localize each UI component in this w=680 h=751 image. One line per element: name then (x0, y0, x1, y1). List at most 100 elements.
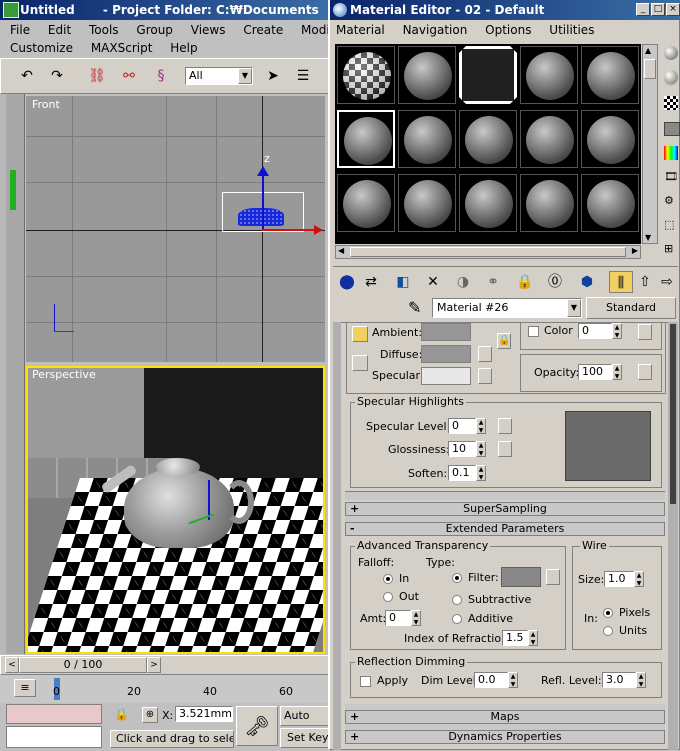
select-object-icon[interactable]: ➤ (261, 65, 285, 87)
sample-slot[interactable] (337, 110, 395, 168)
auto-key-button[interactable]: Auto Key (280, 706, 330, 740)
menu-tools[interactable]: Tools (89, 23, 119, 37)
glossiness-spinner[interactable]: ▲ ▼ (476, 441, 486, 457)
diffuse-swatch[interactable] (421, 345, 471, 363)
show-map-in-viewport-icon[interactable]: ⬢ (575, 271, 599, 293)
menu-material[interactable]: Material (336, 23, 385, 37)
perspective-viewport-label[interactable]: Perspective (32, 368, 96, 381)
material-type-button[interactable]: Standard (586, 297, 676, 319)
sample-slot[interactable] (459, 174, 517, 232)
scroll-up-icon[interactable]: ▲ (645, 46, 651, 55)
specular-swatch[interactable] (421, 367, 471, 385)
dim-level-field[interactable]: 0.0 (474, 672, 508, 688)
diffuse-map-button[interactable] (478, 346, 492, 362)
wire-units-radio[interactable] (603, 626, 613, 636)
maximize-icon[interactable]: □ (651, 3, 665, 16)
maxscript-listener-mini[interactable] (6, 704, 102, 724)
teapot-wireframe[interactable] (238, 208, 284, 226)
track-bar[interactable]: ≡ 0 20 40 60 (0, 675, 330, 704)
front-viewport-label[interactable]: Front (32, 98, 60, 111)
make-unique-icon[interactable]: ⚭ (481, 271, 505, 293)
amount-field[interactable]: 0 (385, 610, 411, 626)
specular-level-map-button[interactable] (498, 418, 512, 434)
chevron-down-icon[interactable]: ▼ (238, 68, 252, 84)
background-checker-icon[interactable] (664, 96, 678, 110)
slot-vertical-scrollbar[interactable]: ▲ ▼ (642, 44, 658, 244)
slot-h-scroll-thumb[interactable] (350, 247, 626, 257)
menu-navigation[interactable]: Navigation (403, 23, 468, 37)
maxscript-input-mini[interactable] (6, 726, 102, 748)
opacity-field[interactable]: 100 (578, 364, 612, 380)
amount-spinner[interactable]: ▲ ▼ (411, 610, 421, 626)
backlight-icon[interactable] (664, 70, 678, 84)
unlink-icon[interactable]: ⚯ (117, 65, 141, 87)
sample-slot[interactable] (337, 46, 395, 104)
go-to-parent-icon[interactable]: ⇧ (633, 271, 657, 293)
make-preview-icon[interactable]: 🎞 (664, 170, 678, 184)
menu-help[interactable]: Help (170, 41, 197, 55)
redo-icon[interactable]: ↷ (45, 65, 69, 87)
menu-options[interactable]: Options (485, 23, 531, 37)
teapot-render[interactable] (124, 468, 234, 548)
type-filter-radio[interactable] (452, 573, 462, 583)
track-bar-menu-icon[interactable]: ≡ (14, 679, 36, 697)
material-effects-channel-icon[interactable]: ⓪ (543, 271, 567, 293)
select-link-icon[interactable]: ⛓ (85, 65, 109, 87)
supersampling-rollout[interactable]: + SuperSampling (345, 502, 665, 516)
self-illum-color-checkbox[interactable] (528, 326, 539, 337)
slot-v-scroll-thumb[interactable] (644, 59, 656, 79)
ior-field[interactable]: 1.5 (502, 630, 528, 646)
extended-parameters-rollout[interactable]: - Extended Parameters (345, 522, 665, 536)
rollout-scroll-thumb[interactable] (670, 324, 676, 504)
opacity-map-button[interactable] (638, 364, 652, 380)
menu-create[interactable]: Create (243, 23, 283, 37)
ior-spinner[interactable]: ▲ ▼ (528, 630, 538, 646)
falloff-in-radio[interactable] (383, 574, 393, 584)
specular-map-button[interactable] (478, 368, 492, 384)
selection-filter-dropdown[interactable]: All ▼ (185, 67, 253, 85)
assign-to-selection-icon[interactable]: ◧ (391, 271, 415, 293)
menu-group[interactable]: Group (136, 23, 173, 37)
sample-slot[interactable] (520, 46, 578, 104)
sample-type-icon[interactable] (664, 46, 678, 60)
undo-icon[interactable]: ↶ (15, 65, 39, 87)
select-by-material-icon[interactable]: ⬚ (664, 218, 678, 232)
scroll-down-icon[interactable]: ▼ (645, 233, 651, 242)
sample-slot[interactable] (520, 110, 578, 168)
wire-size-spinner[interactable]: ▲ ▼ (634, 571, 644, 587)
prev-frame-icon[interactable]: < (5, 657, 19, 673)
pick-material-eyedropper-icon[interactable]: ✎ (408, 298, 421, 317)
glossiness-field[interactable]: 10 (448, 441, 476, 457)
self-illum-value-field[interactable]: 0 (578, 323, 612, 339)
minimize-icon[interactable]: _ (636, 3, 650, 16)
sample-slot[interactable] (459, 46, 517, 104)
sample-slot[interactable] (337, 174, 395, 232)
sample-slot[interactable] (581, 110, 639, 168)
absolute-mode-icon[interactable]: ⊕ (142, 707, 158, 723)
lock-icon[interactable]: 🔒 (497, 333, 511, 349)
reset-map-icon[interactable]: ✕ (421, 271, 445, 293)
x-coord-field[interactable]: 3.521mm (175, 706, 233, 722)
material-navigator-icon[interactable]: ⊞ (664, 242, 678, 256)
menu-views[interactable]: Views (191, 23, 226, 37)
soften-spinner[interactable]: ▲ ▼ (476, 465, 486, 481)
set-key-button[interactable]: Set Key (280, 728, 330, 748)
sample-slot[interactable] (520, 174, 578, 232)
refl-level-field[interactable]: 3.0 (602, 672, 636, 688)
time-slider-thumb[interactable]: 0 / 100 (19, 657, 147, 673)
scroll-right-icon[interactable]: ▶ (632, 246, 638, 255)
self-illum-map-button[interactable] (638, 324, 652, 340)
get-material-icon[interactable]: ⬤ (335, 271, 359, 293)
lock-diffuse-specular-icon[interactable] (352, 355, 368, 371)
sample-slot[interactable] (398, 46, 456, 104)
bind-spacewarp-icon[interactable]: § (149, 65, 173, 87)
next-frame-icon[interactable]: > (147, 657, 161, 673)
self-illum-spinner[interactable]: ▲ ▼ (612, 323, 622, 339)
filter-map-button[interactable] (546, 569, 560, 585)
show-end-result-icon[interactable]: ⫼ (609, 271, 633, 293)
sample-slot[interactable] (459, 110, 517, 168)
wire-size-field[interactable]: 1.0 (604, 571, 634, 587)
menu-edit[interactable]: Edit (48, 23, 71, 37)
glossiness-map-button[interactable] (498, 441, 512, 457)
dim-level-spinner[interactable]: ▲ ▼ (508, 672, 518, 688)
